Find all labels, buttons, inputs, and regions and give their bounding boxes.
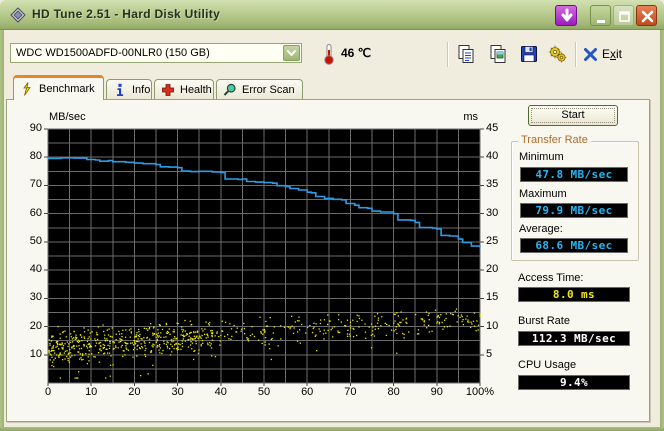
access-time-label: Access Time: [518,272,584,284]
y-axis-right-tick-label: 20 [486,263,499,276]
save-icon[interactable] [519,44,539,64]
x-axis-tick-label: 80 [387,386,400,398]
window-title: HD Tune 2.51 - Hard Disk Utility [32,7,221,21]
maximum-value: 79.9 MB/sec [520,203,628,218]
cpu-usage-label: CPU Usage [518,359,577,371]
window-border [0,30,4,431]
x-axis-tick-label: 30 [171,386,184,398]
drive-select-value: WDC WD1500ADFD-00NLR0 (150 GB) [16,47,210,59]
copy-icon[interactable] [456,44,476,64]
temperature-value: 46 ℃ [341,46,372,60]
y-axis-right-tick-label: 30 [486,206,499,219]
minimum-label: Minimum [519,151,564,163]
x-axis-tick-label: 50 [257,386,271,398]
y-axis-right-tick-label: 25 [486,234,499,247]
y-axis-left-tick-label: 50 [29,234,42,247]
y-axis-right-tick-label: 15 [486,291,499,304]
y-axis-left-tick-label: 20 [29,319,42,332]
title-bar: HD Tune 2.51 - Hard Disk Utility [0,0,664,30]
y-axis-left-tick-label: 40 [29,263,42,276]
chevron-down-icon[interactable] [283,45,300,61]
tab-label: Benchmark [39,83,95,95]
exit-label: Exit [602,47,623,61]
y-axis-right-tick-label: 5 [486,347,493,360]
magnifier-icon [223,83,236,96]
x-axis-tick-label: 20 [128,386,141,398]
options-gears-icon[interactable] [548,44,568,64]
tab-label: Info [132,84,151,96]
exit-x-icon [584,47,597,61]
close-button[interactable] [636,5,657,26]
transfer-rate-group-label: Transfer Rate [518,134,591,146]
y-axis-left-tick-label: 90 [29,122,42,134]
benchmark-chart [44,128,484,386]
app-window: HD Tune 2.51 - Hard Disk Utility WDC WD1… [0,0,664,431]
burst-rate-label: Burst Rate [518,315,570,327]
average-value: 68.6 MB/sec [520,238,628,253]
x-axis-tick-label: 60 [301,386,314,398]
maximize-button[interactable] [613,5,634,26]
y-axis-left-tick-label: 30 [29,291,42,304]
download-arrow-button[interactable] [555,5,577,26]
x-axis-tick-label: 10 [85,386,98,398]
burst-rate-value: 112.3 MB/sec [518,331,630,346]
minimize-button[interactable] [590,5,611,26]
y-axis-left-tick-label: 60 [29,206,42,219]
x-axis-tick-label: 90 [430,386,443,398]
lightning-icon [23,82,31,96]
x-axis-tick-label: 100% [465,386,495,398]
right-axis-unit: ms [463,111,478,123]
info-icon [117,83,124,96]
y-axis-left-tick-label: 70 [29,178,42,191]
y-axis-right-tick-label: 10 [486,319,499,332]
x-axis-tick-label: 70 [344,386,357,398]
tab-label: Health [180,84,212,96]
y-axis-left-tick-label: 10 [29,347,42,360]
access-time-value: 8.0 ms [518,287,630,302]
y-axis-right-tick-label: 35 [486,178,499,191]
x-axis-tick-label: 0 [44,386,52,398]
y-axis-left-tick-label: 80 [29,150,42,163]
toolbar-separator [575,42,577,67]
y-axis-right-tick-label: 45 [486,122,499,134]
toolbar-separator [447,42,449,67]
exit-button[interactable]: Exit [583,44,622,64]
thermometer-icon [324,44,334,65]
focus-ring [531,108,615,123]
tab-health[interactable]: Health [154,79,214,100]
health-cross-icon [162,84,174,96]
y-axis-right-tick-label: 40 [486,150,499,163]
average-label: Average: [519,223,563,235]
x-axis-tick-label: 40 [214,386,227,398]
window-border [0,427,664,431]
tab-info[interactable]: Info [106,79,152,100]
tab-benchmark[interactable]: Benchmark [13,75,104,100]
drive-select-combobox[interactable]: WDC WD1500ADFD-00NLR0 (150 GB) [10,43,302,63]
tab-label: Error Scan [242,84,295,96]
app-icon [10,7,26,23]
window-border [660,30,664,431]
maximum-label: Maximum [519,188,567,200]
minimum-value: 47.8 MB/sec [520,167,628,182]
tab-error-scan[interactable]: Error Scan [216,79,303,100]
cpu-usage-value: 9.4% [518,375,630,390]
start-button[interactable]: Start [528,105,618,126]
copy-screenshot-icon[interactable] [488,44,508,64]
left-axis-unit: MB/sec [49,111,86,123]
